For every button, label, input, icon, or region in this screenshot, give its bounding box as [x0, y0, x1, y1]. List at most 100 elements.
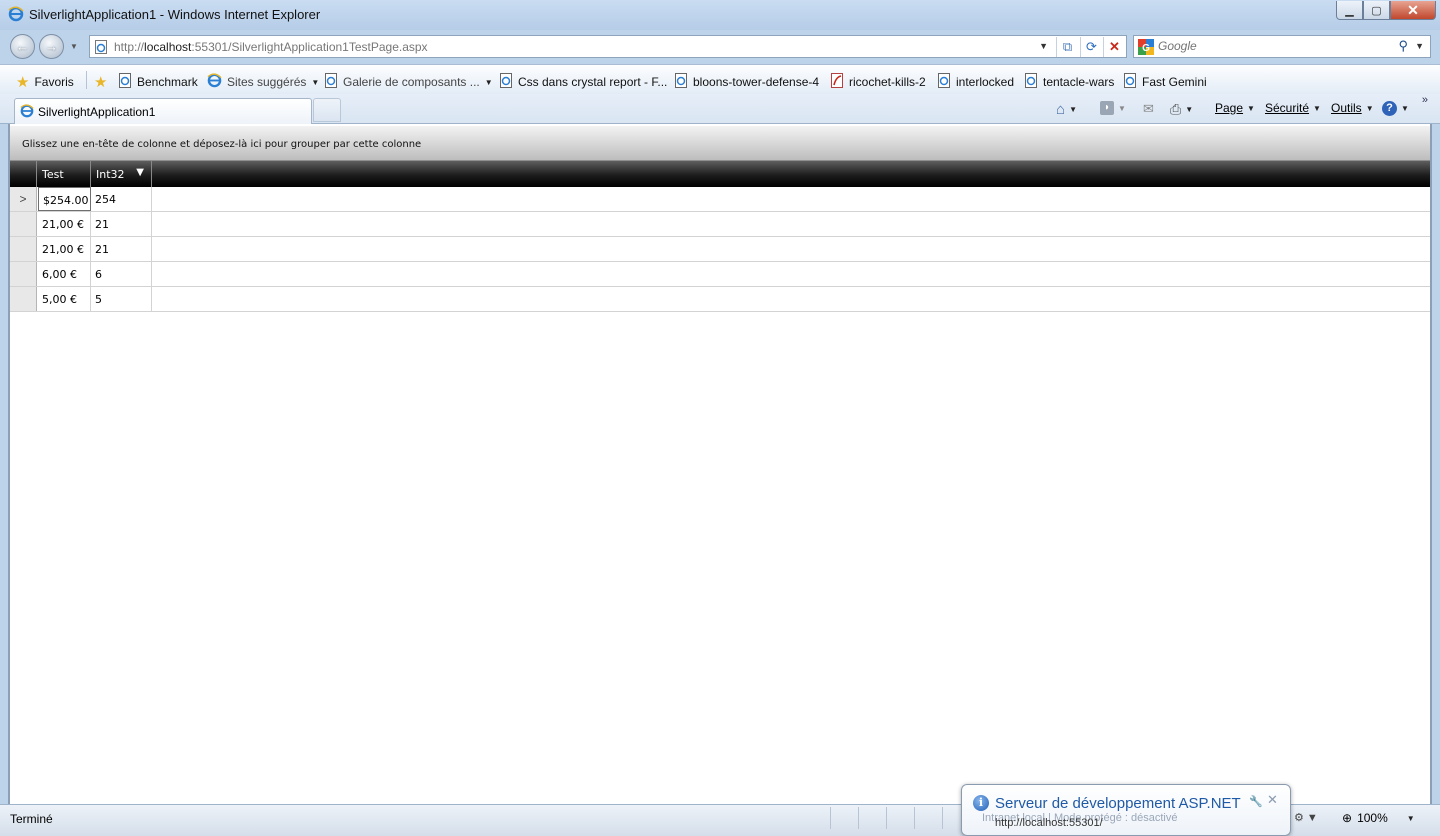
favorites-button[interactable]: ★ Favoris	[16, 73, 74, 91]
chevron-down-icon: ▼	[311, 77, 320, 87]
cell-int32[interactable]: 5	[91, 287, 152, 311]
favorite-item-label: ricochet-kills-2	[849, 75, 926, 89]
table-row[interactable]: 21,00 €21	[10, 212, 1430, 237]
status-text: Terminé	[10, 812, 53, 826]
svg-text:G: G	[1142, 43, 1150, 54]
url-prefix: http://	[114, 40, 145, 54]
table-row[interactable]: 21,00 €21	[10, 237, 1430, 262]
search-icon[interactable]: ⚲	[1398, 38, 1408, 54]
current-row-icon: >	[19, 192, 27, 206]
ie-page-icon	[937, 73, 951, 91]
tools-menu[interactable]: Outils ▼	[1331, 101, 1374, 115]
table-row[interactable]: 6,00 €6	[10, 262, 1430, 287]
maximize-button[interactable]: ▢	[1363, 1, 1390, 20]
add-favorite-button[interactable]: ★	[94, 73, 107, 91]
chevron-down-icon: ▼	[1247, 103, 1255, 113]
security-menu[interactable]: Sécurité ▼	[1265, 101, 1321, 115]
page-menu[interactable]: Page ▼	[1215, 101, 1255, 115]
row-indicator[interactable]	[10, 212, 37, 236]
print-button[interactable]: ⎙ ▼	[1170, 101, 1193, 118]
favorite-item[interactable]: Galerie de composants ... ▼	[324, 73, 493, 91]
ie-logo-icon	[20, 104, 34, 121]
history-dropdown-icon[interactable]: ▼	[70, 42, 78, 51]
url-text[interactable]: http://localhost:55301/SilverlightApplic…	[114, 40, 428, 54]
home-button[interactable]: ⌂ ▼	[1056, 101, 1077, 118]
group-panel[interactable]: Glissez une en-tête de colonne et dépose…	[10, 126, 1430, 161]
read-mail-button[interactable]: ✉	[1143, 101, 1154, 117]
favorite-item[interactable]: Fast Gemini	[1123, 73, 1207, 91]
cell-int32[interactable]: 254	[91, 187, 152, 211]
favorite-item[interactable]: Benchmark	[118, 73, 198, 91]
feeds-dropdown-icon[interactable]: ▼	[1118, 104, 1126, 113]
chevron-down-icon: ▼	[1313, 103, 1321, 113]
cell-test[interactable]: 6,00 €	[38, 262, 91, 286]
favorite-item[interactable]: interlocked	[937, 73, 1014, 91]
ie-page-icon	[499, 73, 513, 91]
printer-icon: ⎙	[1170, 101, 1182, 117]
status-divider	[830, 807, 831, 829]
ie-page-icon	[118, 73, 132, 91]
favorite-item[interactable]: Sites suggérés ▼	[207, 73, 319, 91]
table-row[interactable]: 5,00 €5	[10, 287, 1430, 312]
row-indicator[interactable]	[10, 237, 37, 261]
row-indicator[interactable]: >	[10, 187, 37, 211]
forward-button[interactable]: →	[39, 34, 64, 59]
column-header-test[interactable]: Test	[37, 161, 91, 187]
home-dropdown-icon[interactable]: ▼	[1069, 105, 1077, 114]
close-icon: ✕	[1407, 1, 1419, 18]
filter-icon[interactable]: ▼	[136, 167, 144, 178]
favorites-bar: ★ Favoris ★ Benchmark Sites suggérés ▼ Gale…	[0, 64, 1440, 94]
print-dropdown-icon[interactable]: ▼	[1185, 105, 1193, 114]
minimize-button[interactable]: ▁	[1336, 1, 1363, 20]
cell-int32[interactable]: 21	[91, 237, 152, 261]
feeds-button[interactable]: ◗ ▼	[1100, 101, 1126, 115]
refresh-button[interactable]: ⟳	[1080, 37, 1102, 57]
group-panel-hint: Glissez une en-tête de colonne et dépose…	[22, 139, 422, 150]
wrench-icon: 🔧	[1249, 796, 1263, 808]
more-commands-icon[interactable]: »	[1422, 94, 1428, 106]
close-notification-button[interactable]: ✕	[1267, 792, 1278, 808]
ie-page-icon	[1123, 73, 1137, 91]
help-menu[interactable]: ? ▼	[1382, 101, 1409, 116]
window-controls: ▁ ▢ ✕	[1336, 1, 1436, 21]
back-button[interactable]: ←	[10, 34, 35, 59]
zoom-level: 100%	[1357, 811, 1388, 825]
favorite-item[interactable]: tentacle-wars	[1024, 73, 1114, 91]
favorite-item[interactable]: Css dans crystal report - F...	[499, 73, 667, 91]
header-indent-cell	[10, 161, 37, 187]
address-row: ← → ▼ http://localhost:55301/Silverlight…	[0, 30, 1440, 62]
url-dropdown-icon[interactable]: ▼	[1039, 41, 1048, 51]
tab-silverlightapplication1[interactable]: SilverlightApplication1	[14, 98, 312, 124]
favorite-item[interactable]: ricochet-kills-2	[830, 73, 926, 91]
table-row[interactable]: > $254.00 254	[10, 187, 1430, 212]
info-icon: i	[973, 795, 989, 811]
new-tab-button[interactable]	[313, 98, 341, 122]
grid-header: Test Int32 ▼	[10, 161, 1430, 187]
search-box[interactable]: G ⚲ ▼	[1133, 35, 1431, 58]
row-indicator[interactable]	[10, 287, 37, 311]
notification-balloon[interactable]: Intranet local | Mode protégé : désactiv…	[961, 784, 1291, 836]
url-host: localhost	[144, 40, 192, 54]
search-input[interactable]	[1158, 39, 1378, 53]
page-menu-label: Page	[1215, 101, 1244, 115]
close-button[interactable]: ✕	[1390, 1, 1436, 20]
cell-test[interactable]: 21,00 €	[38, 212, 91, 236]
search-options-dropdown-icon[interactable]: ▼	[1415, 41, 1424, 51]
cell-int32[interactable]: 6	[91, 262, 152, 286]
cell-test[interactable]: 21,00 €	[38, 237, 91, 261]
favorite-item[interactable]: bloons-tower-defense-4	[674, 73, 819, 91]
favorite-item-label: interlocked	[956, 75, 1015, 89]
chevron-down-icon: ▼	[1365, 103, 1374, 113]
compat-view-button[interactable]: ⧉	[1056, 37, 1078, 57]
column-header-int32[interactable]: Int32 ▼	[91, 161, 152, 187]
cell-test[interactable]: $254.00	[38, 187, 91, 211]
row-indicator[interactable]	[10, 262, 37, 286]
forward-arrow-icon: →	[45, 39, 58, 54]
cell-int32[interactable]: 21	[91, 212, 152, 236]
protected-mode-icon[interactable]: ⚙ ▼	[1294, 811, 1318, 824]
tab-label: SilverlightApplication1	[38, 105, 156, 119]
zoom-control[interactable]: ⊕ 100% ▼	[1342, 811, 1415, 825]
address-bar[interactable]: http://localhost:55301/SilverlightApplic…	[89, 35, 1127, 58]
cell-test[interactable]: 5,00 €	[38, 287, 91, 311]
stop-button[interactable]: ✕	[1103, 37, 1125, 57]
